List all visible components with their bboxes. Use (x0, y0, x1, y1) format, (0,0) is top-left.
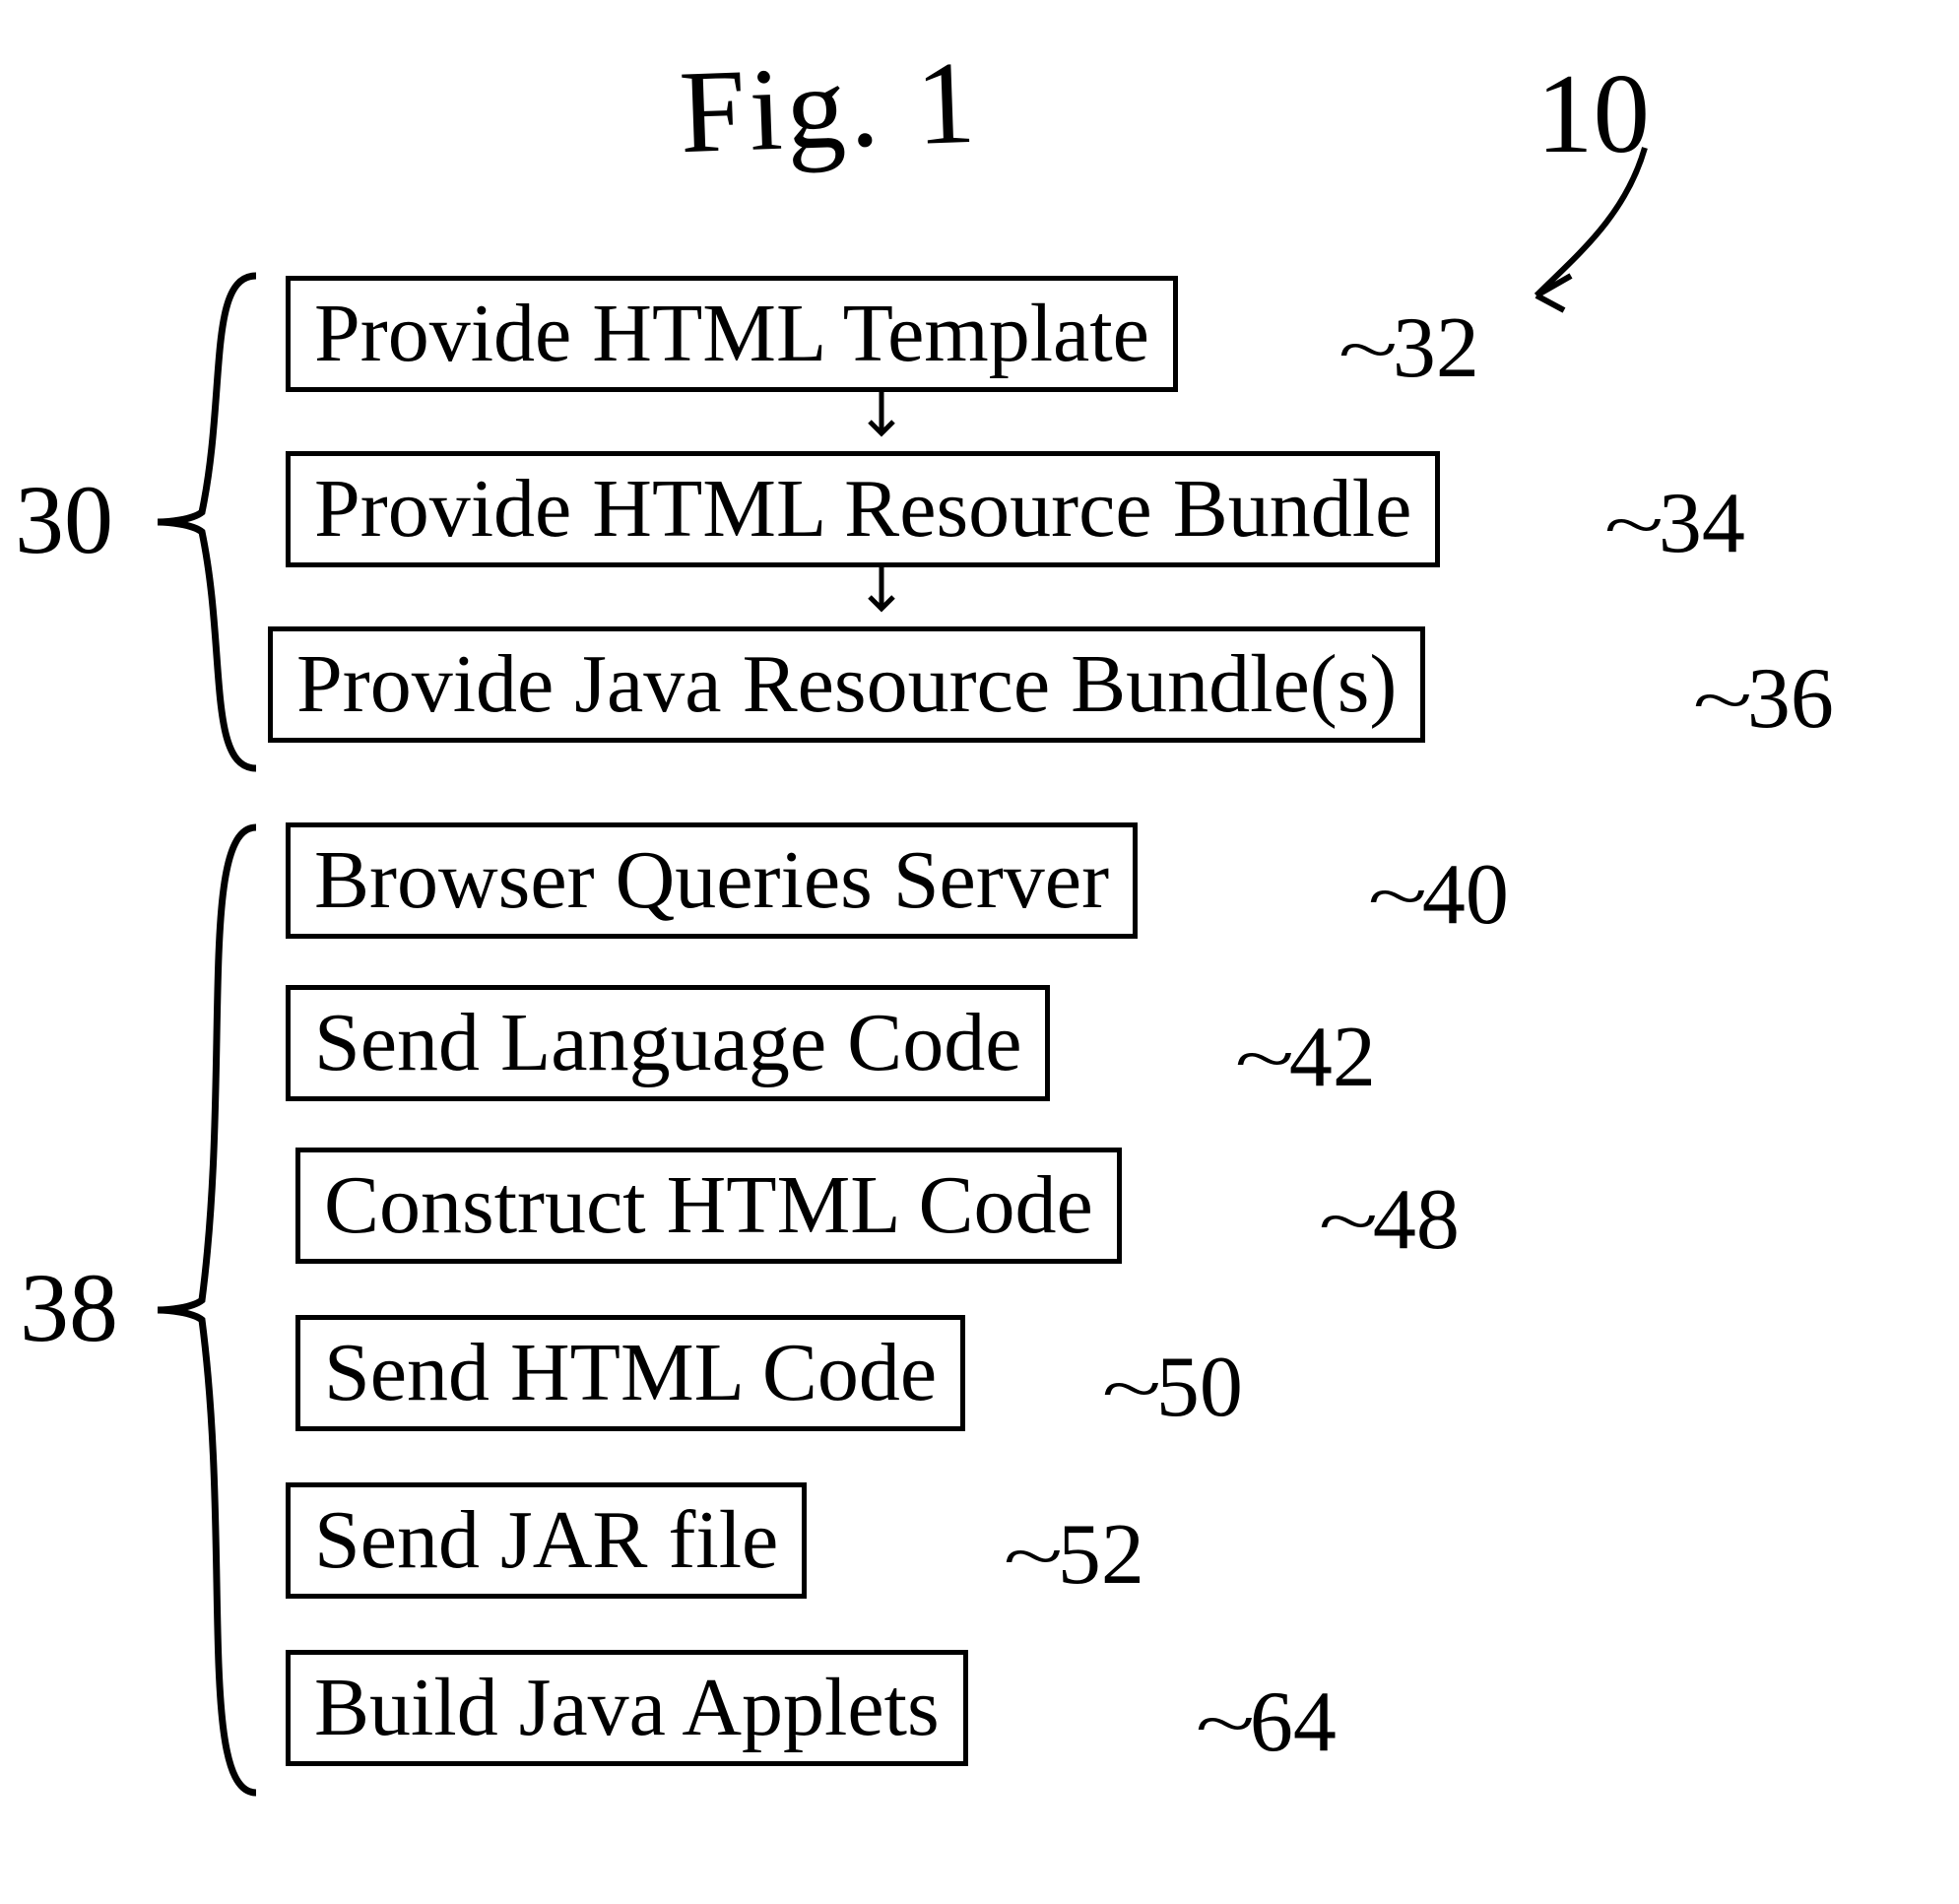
step-text: Send Language Code (314, 997, 1021, 1088)
step-text: Construct HTML Code (324, 1159, 1093, 1251)
step-ref: ~32 (1349, 305, 1479, 392)
group-30-label: 30 (15, 463, 113, 576)
step-text: Provide HTML Resource Bundle (314, 463, 1411, 555)
group-38-label: 38 (20, 1251, 118, 1364)
step-text: Send HTML Code (324, 1327, 937, 1418)
step-box: Provide HTML Resource Bundle (286, 451, 1440, 567)
group-38-brace-icon (148, 818, 266, 1803)
flow-arrow-icon (862, 392, 901, 446)
main-reference-arrow-icon (1517, 128, 1694, 325)
step-ref: ~48 (1330, 1177, 1460, 1264)
step-box: Browser Queries Server (286, 822, 1138, 939)
step-ref: ~50 (1113, 1345, 1243, 1431)
step-box: Provide HTML Template (286, 276, 1178, 392)
step-box: Send Language Code (286, 985, 1050, 1101)
step-ref: ~52 (1014, 1512, 1144, 1599)
step-text: Build Java Applets (314, 1662, 940, 1753)
step-box: Provide Java Resource Bundle(s) (268, 626, 1425, 743)
step-box: Construct HTML Code (295, 1148, 1122, 1264)
step-box: Build Java Applets (286, 1650, 968, 1766)
step-text: Send JAR file (314, 1494, 778, 1586)
step-ref: ~42 (1246, 1015, 1376, 1101)
step-text: Provide HTML Template (314, 288, 1149, 379)
step-ref: ~64 (1207, 1679, 1337, 1766)
figure-title: Fig. 1 (678, 34, 982, 181)
step-text: Provide Java Resource Bundle(s) (296, 638, 1397, 730)
group-30-brace-icon (148, 266, 266, 778)
step-ref: ~34 (1615, 481, 1745, 567)
step-text: Browser Queries Server (314, 834, 1109, 926)
step-ref: ~40 (1379, 852, 1509, 939)
flow-arrow-icon (862, 567, 901, 622)
step-box: Send JAR file (286, 1482, 807, 1599)
step-box: Send HTML Code (295, 1315, 965, 1431)
step-ref: ~36 (1704, 656, 1834, 743)
